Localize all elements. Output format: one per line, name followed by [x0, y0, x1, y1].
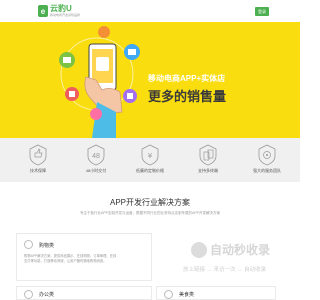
section-title: APP开发行业解决方案 — [109, 198, 190, 207]
48h-icon: 48 — [87, 144, 105, 166]
office-icon — [24, 290, 33, 299]
solution-card-food[interactable]: 美食类 — [156, 286, 276, 300]
card-description: 购物APP解决方案，提供商品展示、在线购物、订单管理、在线支付等功能，打造移动商… — [24, 254, 117, 263]
card-title: 购物类 — [39, 243, 55, 249]
banner-headline: 移动电商APP+实体店 — [148, 74, 226, 83]
multi-platform-icon — [199, 144, 217, 166]
watermark-subtitle: 放上链接 → 来访一次 → 自动收录 — [183, 267, 267, 273]
login-button[interactable]: 登录 — [255, 7, 269, 16]
feature-price[interactable]: ¥ 低廉的定制价格 — [135, 144, 165, 174]
header: e 云豹U 移动电商开发领导品牌 登录 — [0, 0, 300, 22]
banner-subheadline: 更多的销售量 — [148, 89, 227, 104]
card-title: 办公类 — [39, 292, 55, 298]
solution-card-shopping[interactable]: 购物类 购物APP解决方案，提供商品展示、在线购物、订单管理、在线支付等功能，打… — [16, 233, 152, 281]
phone-hand-illustration — [59, 26, 140, 138]
food-icon — [164, 290, 173, 299]
hero-banner[interactable]: 移动电商APP+实体店 更多的销售量 — [0, 22, 300, 138]
watermark-logo-icon — [191, 242, 207, 258]
feature-team[interactable]: 强大的服务团队 — [252, 144, 282, 174]
logo-text[interactable]: 云豹U — [50, 4, 72, 13]
feature-label: 技术保障 — [30, 168, 46, 173]
ecosystem-icon — [258, 144, 276, 166]
feature-tech[interactable]: 技术保障 — [23, 144, 53, 174]
watermark-title: 自动秒收录 — [210, 243, 271, 257]
shopping-icon — [24, 240, 33, 249]
carousel-dots — [139, 131, 151, 138]
feature-48h[interactable]: 48 48小时交付 — [81, 144, 111, 174]
features-strip: 技术保障 48 48小时交付 ¥ 低廉的定制价格 支持多终端 强大的服务团队 — [0, 138, 300, 182]
section-description: 专注于各行业APP定制开发与运营，根据不同行业的业务特点定制专属的APP开发解决… — [79, 211, 220, 215]
thumbs-up-icon — [29, 144, 47, 166]
svg-text:¥: ¥ — [148, 152, 153, 160]
svg-text:48: 48 — [92, 153, 100, 160]
feature-label: 低廉的定制价格 — [136, 168, 164, 173]
feature-label: 48小时交付 — [85, 168, 107, 173]
card-title: 美食类 — [179, 292, 195, 298]
solution-card-office[interactable]: 办公类 — [16, 286, 152, 300]
feature-label: 强大的服务团队 — [253, 168, 281, 173]
feature-label: 支持多终端 — [198, 168, 218, 173]
watermark: 自动秒收录 放上链接 → 来访一次 → 自动收录 — [183, 241, 300, 273]
low-price-icon: ¥ — [141, 144, 159, 166]
logo-icon: e — [38, 5, 48, 17]
feature-multi[interactable]: 支持多终端 — [193, 144, 223, 174]
svg-text:e: e — [41, 7, 46, 16]
logo-tagline: 移动电商开发领导品牌 — [50, 13, 81, 17]
